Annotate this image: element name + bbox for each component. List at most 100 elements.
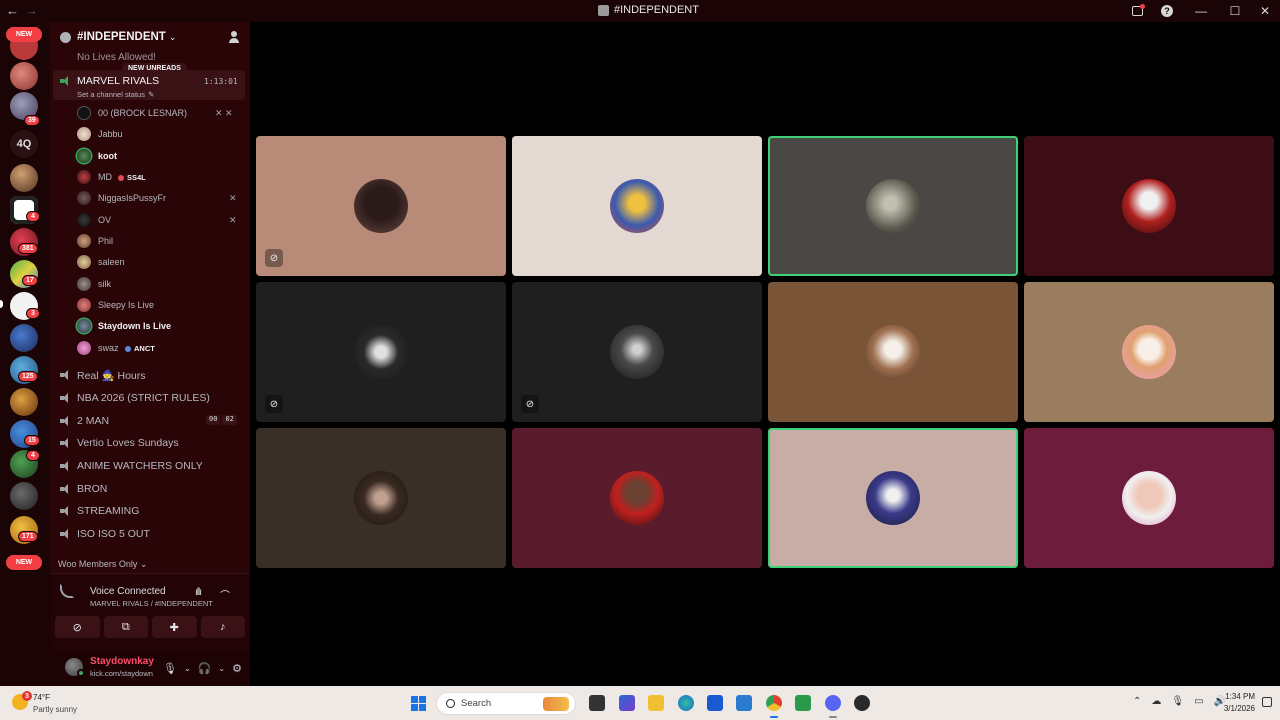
voice-channel[interactable]: ANIME WATCHERS ONLY — [77, 460, 203, 472]
server-icon[interactable] — [10, 324, 38, 352]
participant-tile[interactable]: ⊘ — [256, 282, 506, 422]
noise-suppression-icon[interactable]: ıllı — [195, 587, 202, 598]
voice-member[interactable]: 00 (BROCK LESNAR) ✕ ✕ — [77, 104, 247, 122]
channel-sidebar: #INDEPENDENT ⌄ No Lives Allowed! NEW UNR… — [50, 22, 250, 686]
display-icon[interactable]: ▭ — [1194, 696, 1203, 707]
task-view-icon[interactable] — [589, 695, 605, 711]
soundboard-button[interactable]: ♪ — [200, 616, 245, 638]
voice-channel[interactable]: NBA 2026 (STRICT RULES) — [77, 392, 210, 404]
participant-tile[interactable] — [512, 428, 762, 568]
participant-tile-speaking[interactable] — [768, 136, 1018, 276]
voice-member[interactable]: MD SS4L — [77, 168, 247, 186]
voice-channel[interactable]: ISO ISO 5 OUT — [77, 528, 150, 540]
speaker-icon — [60, 370, 71, 380]
participant-tile[interactable] — [768, 282, 1018, 422]
invite-people-icon[interactable] — [229, 31, 241, 43]
voice-member[interactable]: OV ✕ — [77, 211, 247, 229]
store-icon[interactable] — [707, 695, 723, 711]
minimize-button[interactable]: — — [1182, 0, 1220, 22]
maximize-button[interactable]: ☐ — [1220, 0, 1250, 22]
voice-member[interactable]: saleen — [77, 253, 247, 271]
chevron-down-icon[interactable]: ⌄ — [218, 664, 225, 673]
new-pill[interactable]: NEW — [6, 27, 42, 42]
inbox-icon — [1131, 4, 1145, 16]
clock[interactable]: 1:34 PM 3/1/2026 — [1224, 691, 1255, 715]
voice-channel[interactable]: Vertio Loves Sundays — [77, 437, 179, 449]
chrome-icon[interactable] — [766, 695, 782, 711]
avatar — [610, 471, 664, 525]
voice-member[interactable]: NiggasIsPussyFr ✕ — [77, 189, 247, 207]
headphones-icon[interactable]: 🎧 — [198, 662, 212, 675]
voice-member[interactable]: silk — [77, 275, 247, 293]
mention-badge: 17 — [22, 275, 38, 286]
channel-status[interactable]: Set a channel status ✎ — [77, 90, 154, 99]
participant-tile[interactable] — [1024, 428, 1274, 568]
server-4q[interactable]: 4Q — [10, 130, 38, 158]
weather-alert-badge: 3 — [22, 691, 32, 701]
connection-icon[interactable] — [60, 588, 72, 598]
participant-tile[interactable]: ⊘ — [512, 282, 762, 422]
screen-share-button[interactable]: ⧉ — [103, 616, 148, 638]
disconnect-icon[interactable]: ⌒ — [220, 587, 230, 602]
server-icon[interactable] — [10, 164, 38, 192]
voice-member[interactable]: Staydown Is Live — [77, 317, 247, 335]
participant-tile-speaking[interactable] — [768, 428, 1018, 568]
start-button[interactable] — [411, 696, 426, 711]
voice-member[interactable]: Jabbu — [77, 125, 247, 143]
voice-channel[interactable]: 2 MAN — [77, 415, 109, 427]
app-icon[interactable] — [854, 695, 870, 711]
taskbar-search[interactable]: Search — [436, 692, 576, 715]
server-icon[interactable] — [10, 482, 38, 510]
camera-off-button[interactable]: ⊘ — [55, 616, 100, 638]
mute-icon: ✕ — [229, 215, 237, 225]
voice-member[interactable]: Phil — [77, 232, 247, 250]
onedrive-icon[interactable]: ☁ — [1151, 696, 1161, 707]
mention-badge: 381 — [18, 243, 38, 254]
voice-member[interactable]: Sleepy Is Live — [77, 296, 247, 314]
guild-header[interactable]: #INDEPENDENT ⌄ — [50, 22, 250, 52]
member-name: Staydown Is Live — [98, 321, 172, 331]
app-icon[interactable] — [795, 695, 811, 711]
voice-channel[interactable]: STREAMING — [77, 505, 139, 517]
participant-tile[interactable] — [1024, 136, 1274, 276]
chevron-up-icon[interactable]: ⌃ — [1133, 696, 1141, 707]
server-icon[interactable] — [10, 62, 38, 90]
voice-member[interactable]: swaz ANCT — [77, 339, 247, 357]
guild-name: #INDEPENDENT — [77, 31, 166, 43]
chevron-down-icon: ⌄ — [168, 31, 177, 42]
faded-channel[interactable]: No Lives Allowed! — [77, 52, 156, 63]
username[interactable]: Staydownkay — [90, 656, 154, 667]
help-button[interactable]: ? — [1152, 0, 1182, 22]
window-title-text: #INDEPENDENT — [614, 4, 699, 16]
voice-member[interactable]: koot — [77, 147, 247, 165]
active-channel-name[interactable]: MARVEL RIVALS — [77, 75, 159, 87]
voice-channel[interactable]: BRON — [77, 483, 107, 495]
server-icon[interactable] — [10, 388, 38, 416]
file-explorer-icon[interactable] — [648, 695, 664, 711]
close-button[interactable]: ✕ — [1250, 0, 1280, 22]
forward-arrow-icon[interactable]: → — [25, 3, 38, 18]
outlook-icon[interactable] — [736, 695, 752, 711]
voice-status-channel[interactable]: MARVEL RIVALS / #INDEPENDENT — [90, 599, 213, 608]
category-header[interactable]: Woo Members Only ⌄ — [58, 559, 147, 570]
new-unreads-pill[interactable]: NEW UNREADS — [122, 63, 187, 74]
microphone-icon[interactable]: 🎙 — [163, 662, 177, 675]
activities-button[interactable]: ✚ — [152, 616, 197, 638]
new-pill[interactable]: NEW — [6, 555, 42, 570]
back-arrow-icon[interactable]: ← — [6, 3, 19, 18]
edge-icon[interactable] — [678, 695, 694, 711]
notification-icon[interactable] — [1262, 697, 1272, 707]
guild-icon — [60, 31, 71, 43]
discord-icon[interactable] — [825, 695, 841, 711]
participant-tile[interactable] — [512, 136, 762, 276]
voice-status-title[interactable]: Voice Connected — [90, 586, 166, 597]
microphone-icon[interactable]: 🎙 — [1171, 696, 1184, 707]
inbox-button[interactable] — [1122, 0, 1152, 22]
participant-tile[interactable] — [1024, 282, 1274, 422]
participant-tile[interactable]: ⊘ — [256, 136, 506, 276]
voice-channel[interactable]: Real 🧙 Hours — [77, 369, 146, 382]
copilot-icon[interactable] — [619, 695, 635, 711]
chevron-down-icon[interactable]: ⌄ — [184, 664, 191, 673]
gear-icon[interactable]: ⚙ — [232, 662, 242, 675]
participant-tile[interactable] — [256, 428, 506, 568]
